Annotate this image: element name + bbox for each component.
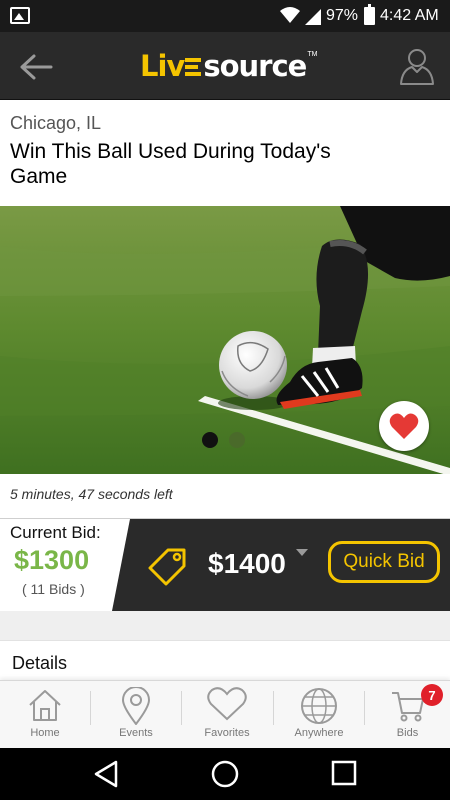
nav-anywhere[interactable]: Anywhere <box>274 681 364 749</box>
carousel-dot-active[interactable] <box>202 432 218 448</box>
nav-label-favorites: Favorites <box>204 727 250 739</box>
nav-label-home: Home <box>30 727 60 739</box>
globe-icon <box>301 688 337 724</box>
home-icon <box>29 690 61 721</box>
system-recents-icon[interactable] <box>331 760 357 786</box>
nav-label-bids: Bids <box>396 727 419 739</box>
map-pin-icon <box>121 687 151 725</box>
cart-icon <box>391 692 424 722</box>
image-icon <box>10 7 30 24</box>
bottom-navigation: Home Events Favorites Anywhere 7 Bids <box>0 680 450 748</box>
quick-bid-button[interactable]: Quick Bid <box>328 541 440 583</box>
system-home-icon[interactable] <box>211 760 239 788</box>
carousel-dot[interactable] <box>229 432 245 448</box>
clock: 4:42 AM <box>380 7 439 24</box>
listing-title: Win This Ball Used During Today's Game <box>10 140 331 188</box>
nav-label-anywhere: Anywhere <box>294 727 344 739</box>
bid-count: ( 11 Bids ) <box>22 581 85 597</box>
current-bid-panel: Current Bid: $1300 ( 11 Bids ) <box>0 519 150 611</box>
system-navigation-bar <box>0 748 450 800</box>
current-bid-label: Current Bid: <box>10 523 101 542</box>
section-spacer <box>0 611 450 641</box>
battery-icon <box>364 4 375 25</box>
carousel-indicator <box>202 432 245 448</box>
app-header: Liv source TM <box>0 32 450 100</box>
details-heading[interactable]: Details <box>12 653 67 674</box>
logo-source-text: source <box>203 49 307 83</box>
nav-label-events: Events <box>119 727 153 739</box>
logo-trademark: TM <box>307 50 318 58</box>
time-left: 5 minutes, 47 seconds left <box>10 486 173 502</box>
heart-icon <box>389 413 419 439</box>
next-bid-amount[interactable]: $1400 <box>208 548 286 580</box>
logo-bars-icon <box>185 58 202 76</box>
back-arrow-icon[interactable] <box>18 52 54 82</box>
listing-location: Chicago, IL <box>10 113 102 133</box>
bid-dropdown-caret-icon[interactable] <box>296 549 308 556</box>
bids-count-badge: 7 <box>421 684 443 706</box>
bid-bar: Current Bid: $1300 ( 11 Bids ) $1400 Qui… <box>0 519 450 611</box>
system-back-icon[interactable] <box>93 760 119 788</box>
logo-live-text: Liv <box>140 49 185 83</box>
status-bar: 97% 4:42 AM <box>0 0 450 32</box>
favorite-button[interactable] <box>379 401 429 451</box>
heart-outline-icon <box>207 687 247 721</box>
nav-events[interactable]: Events <box>91 681 181 749</box>
battery-percentage: 97% <box>326 7 359 24</box>
price-tag-icon <box>148 548 186 586</box>
nav-bids[interactable]: 7 Bids <box>365 681 450 749</box>
profile-icon[interactable] <box>398 46 436 86</box>
nav-home[interactable]: Home <box>0 681 90 749</box>
nav-favorites[interactable]: Favorites <box>182 681 272 749</box>
livesource-logo: Liv source TM <box>140 46 317 86</box>
current-bid-value: $1300 <box>14 545 90 575</box>
signal-icon <box>305 9 321 25</box>
wifi-icon <box>280 7 300 23</box>
